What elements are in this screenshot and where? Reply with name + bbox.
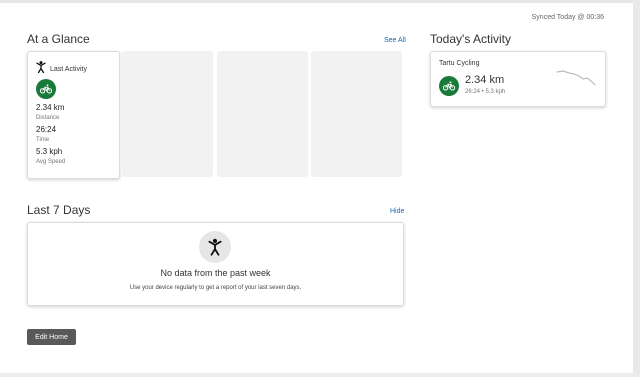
distance-value: 2.34 km: [36, 103, 65, 112]
todays-activity-card[interactable]: Tartu Cycling 2.34 km 26:24 • 5.3 kph: [430, 51, 606, 107]
bottom-border: [0, 373, 640, 377]
speed-value: 5.3 kph: [36, 147, 63, 156]
activity-details: 26:24 • 5.3 kph: [465, 89, 506, 95]
last-activity-title: Last Activity: [50, 65, 87, 73]
last-7-days-title: Last 7 Days: [27, 203, 91, 217]
person-icon: [208, 238, 222, 256]
glance-placeholder-card: [217, 51, 308, 177]
route-map-thumbnail: [556, 70, 596, 86]
person-icon: [36, 60, 46, 78]
cycling-icon: [439, 76, 459, 96]
cycling-icon: [36, 79, 56, 99]
at-a-glance-title: At a Glance: [27, 32, 90, 46]
last-activity-header: Last Activity: [36, 60, 87, 78]
see-all-link[interactable]: See All: [384, 37, 406, 44]
time-label: Time: [36, 137, 50, 143]
glance-placeholder-card: [122, 51, 213, 177]
activity-name: Tartu Cycling: [439, 60, 480, 67]
sync-status: Synced Today @ 00:36: [531, 14, 604, 21]
todays-activity-title: Today's Activity: [430, 32, 511, 46]
no-data-title: No data from the past week: [160, 268, 271, 278]
edit-home-button[interactable]: Edit Home: [27, 329, 76, 345]
last-activity-card[interactable]: Last Activity 2.34 km Distance 26:24 Tim…: [27, 51, 120, 179]
speed-label: Avg Speed: [36, 159, 66, 165]
glance-placeholder-card: [311, 51, 402, 177]
no-data-icon: [199, 231, 231, 263]
no-data-description: Use your device regularly to get a repor…: [129, 285, 302, 291]
top-border: [0, 0, 640, 3]
activity-distance: 2.34 km: [465, 74, 505, 86]
distance-label: Distance: [36, 115, 60, 121]
scrollbar[interactable]: [633, 0, 640, 377]
hide-link[interactable]: Hide: [390, 208, 404, 215]
time-value: 26:24: [36, 125, 57, 134]
last-7-days-card: No data from the past week Use your devi…: [27, 222, 404, 306]
